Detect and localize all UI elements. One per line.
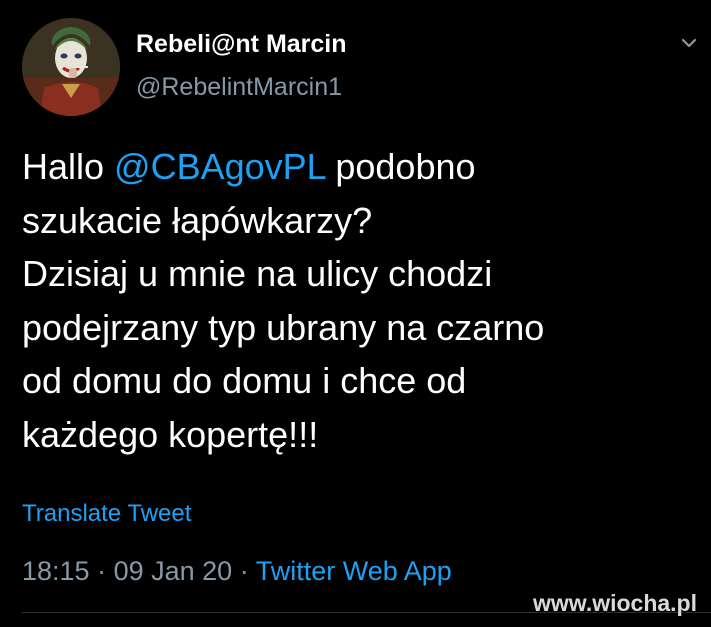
tweet-source-link[interactable]: Twitter Web App [256,556,452,586]
tweet-text-line: Hallo @CBAgovPL podobno [22,140,692,194]
tweet-card: Rebeli@nt Marcin @RebelintMarcin1 Hallo … [0,0,711,627]
watermark: www.wiocha.pl [533,590,697,616]
tweet-meta: 18:15 · 09 Jan 20 · Twitter Web App [22,556,452,587]
mention-link[interactable]: @CBAgovPL [114,146,325,187]
display-name[interactable]: Rebeli@nt Marcin [136,30,347,59]
translate-tweet-link[interactable]: Translate Tweet [22,500,191,528]
meta-separator: · [232,556,256,586]
tweet-text-line: podejrzany typ ubrany na czarno [22,306,545,348]
tweet-text-line: Dzisiaj u mnie na ulicy chodzi [22,253,493,294]
user-handle[interactable]: @RebelintMarcin1 [136,73,342,102]
tweet-text: Hallo @CBAgovPL podobno szukacie łapówka… [22,140,692,461]
joker-avatar-icon [22,18,120,116]
avatar[interactable] [22,18,120,116]
tweet-text-line: każdego kopertę!!! [22,413,319,455]
tweet-text-line: szukacie łapówkarzy? [22,199,373,241]
chevron-down-icon[interactable] [675,32,703,54]
tweet-time[interactable]: 18:15 [22,556,90,586]
tweet-date[interactable]: 09 Jan 20 [114,556,233,586]
tweet-text-segment: Hallo [22,146,115,187]
tweet-text-segment: podobno [325,146,476,187]
tweet-text-line: od domu do domu i chce od [22,360,467,401]
meta-separator: · [89,556,114,586]
